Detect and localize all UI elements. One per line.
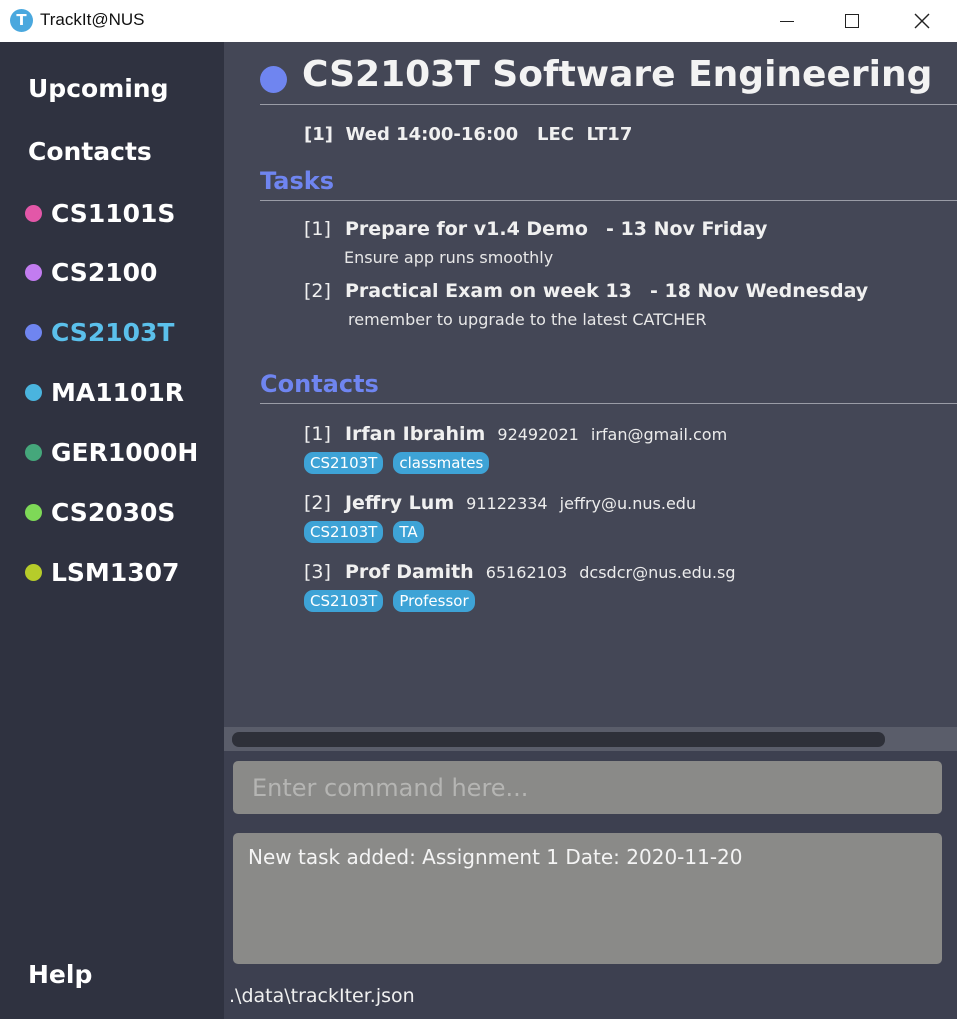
- task-name: Prepare for v1.4 Demo: [344, 218, 588, 240]
- contact-phone: 92492021: [497, 425, 579, 444]
- contact-item[interactable]: [2] Jeffry Lum 91122334 jeffry@u.nus.edu: [304, 492, 696, 514]
- task-item[interactable]: [1] Prepare for v1.4 Demo - 13 Nov Frida…: [304, 218, 767, 240]
- task-item[interactable]: [2] Practical Exam on week 13 - 18 Nov W…: [304, 280, 868, 302]
- sidebar-module-item[interactable]: CS1101S: [25, 199, 175, 228]
- contacts-heading: Contacts: [260, 370, 379, 398]
- scrollbar-thumb[interactable]: [232, 732, 885, 747]
- contact-name: Jeffry Lum: [344, 492, 455, 514]
- module-code-label: CS1101S: [51, 199, 176, 228]
- module-color-dot: [25, 504, 42, 521]
- sidebar: Upcoming Contacts CS1101S CS2100 CS2103T…: [0, 42, 224, 1019]
- tag-badge: CS2103T: [304, 521, 384, 543]
- module-color-dot: [25, 564, 42, 581]
- minimize-icon: [780, 20, 794, 22]
- module-color-dot: [25, 444, 42, 461]
- close-button[interactable]: [887, 0, 957, 42]
- contact-email: irfan@gmail.com: [590, 425, 728, 444]
- horizontal-scrollbar[interactable]: [224, 727, 957, 751]
- task-date: - 18 Nov Wednesday: [649, 280, 869, 302]
- contact-index: [3]: [304, 561, 331, 583]
- sidebar-module-item[interactable]: LSM1307: [25, 558, 179, 587]
- task-remark: Ensure app runs smoothly: [344, 248, 554, 267]
- divider: [260, 403, 957, 404]
- module-color-dot: [25, 205, 42, 222]
- contact-name: Irfan Ibrahim: [344, 423, 486, 445]
- sidebar-item-contacts[interactable]: Contacts: [28, 137, 152, 166]
- task-index: [1]: [304, 218, 331, 240]
- contact-name: Prof Damith: [344, 561, 474, 583]
- lesson-row: [1] Wed 14:00-16:00 LEC LT17: [304, 124, 632, 145]
- module-color-dot: [25, 324, 42, 341]
- module-color-dot: [25, 264, 42, 281]
- tasks-heading: Tasks: [260, 167, 335, 195]
- sidebar-item-upcoming[interactable]: Upcoming: [28, 74, 169, 103]
- sidebar-module-item[interactable]: MA1101R: [25, 378, 184, 407]
- page-title: CS2103T Software Engineering: [302, 54, 933, 95]
- app-logo-icon: T: [10, 9, 33, 32]
- tag-badge: TA: [393, 521, 424, 543]
- task-name: Practical Exam on week 13: [344, 280, 632, 302]
- module-color-dot: [25, 384, 42, 401]
- tag-badge: CS2103T: [304, 590, 384, 612]
- module-detail-panel: CS2103T Software Engineering [1] Wed 14:…: [224, 42, 957, 727]
- sidebar-item-help[interactable]: Help: [28, 960, 92, 989]
- lesson-venue: LT17: [586, 124, 633, 145]
- title-bar: T TrackIt@NUS: [0, 0, 959, 42]
- module-code-label: CS2100: [51, 258, 158, 287]
- contact-item[interactable]: [3] Prof Damith 65162103 dcsdcr@nus.edu.…: [304, 561, 736, 583]
- lesson-type: LEC: [537, 124, 574, 145]
- contact-tags: CS2103T TA: [304, 521, 424, 543]
- sidebar-module-item[interactable]: CS2030S: [25, 498, 175, 527]
- sidebar-module-item[interactable]: GER1000H: [25, 438, 198, 467]
- contact-index: [2]: [304, 492, 331, 514]
- command-input[interactable]: [233, 761, 942, 814]
- minimize-button[interactable]: [752, 0, 822, 42]
- lesson-time: 14:00-16:00: [396, 124, 519, 145]
- module-code-label: CS2103T: [51, 318, 175, 347]
- tag-badge: Professor: [393, 590, 475, 612]
- close-icon: [914, 13, 930, 29]
- lesson-index: [1]: [304, 124, 333, 145]
- contact-email: dcsdcr@nus.edu.sg: [579, 563, 736, 582]
- module-code-label: GER1000H: [51, 438, 199, 467]
- tag-badge: CS2103T: [304, 452, 384, 474]
- contact-index: [1]: [304, 423, 331, 445]
- contact-tags: CS2103T Professor: [304, 590, 475, 612]
- maximize-button[interactable]: [817, 0, 887, 42]
- divider: [260, 104, 957, 105]
- contact-phone: 91122334: [466, 494, 548, 513]
- result-display: New task added: Assignment 1 Date: 2020-…: [233, 833, 942, 964]
- sidebar-module-item[interactable]: CS2103T: [25, 318, 174, 347]
- tag-badge: classmates: [393, 452, 490, 474]
- command-area: New task added: Assignment 1 Date: 2020-…: [224, 751, 957, 1019]
- contact-tags: CS2103T classmates: [304, 452, 490, 474]
- contact-phone: 65162103: [485, 563, 568, 582]
- contact-email: jeffry@u.nus.edu: [559, 494, 697, 513]
- divider: [260, 200, 957, 201]
- module-color-dot: [260, 66, 287, 93]
- module-code-label: MA1101R: [51, 378, 185, 407]
- module-code-label: CS2030S: [51, 498, 176, 527]
- status-file-path: .\data\trackIter.json: [229, 985, 415, 1007]
- task-index: [2]: [304, 280, 331, 302]
- maximize-icon: [845, 14, 859, 28]
- lesson-day: Wed: [345, 124, 390, 145]
- module-code-label: LSM1307: [51, 558, 180, 587]
- task-date: - 13 Nov Friday: [606, 218, 768, 240]
- window-title: TrackIt@NUS: [40, 10, 145, 29]
- contact-item[interactable]: [1] Irfan Ibrahim 92492021 irfan@gmail.c…: [304, 423, 727, 445]
- task-remark: remember to upgrade to the latest CATCHE…: [348, 310, 707, 329]
- sidebar-module-item[interactable]: CS2100: [25, 258, 157, 287]
